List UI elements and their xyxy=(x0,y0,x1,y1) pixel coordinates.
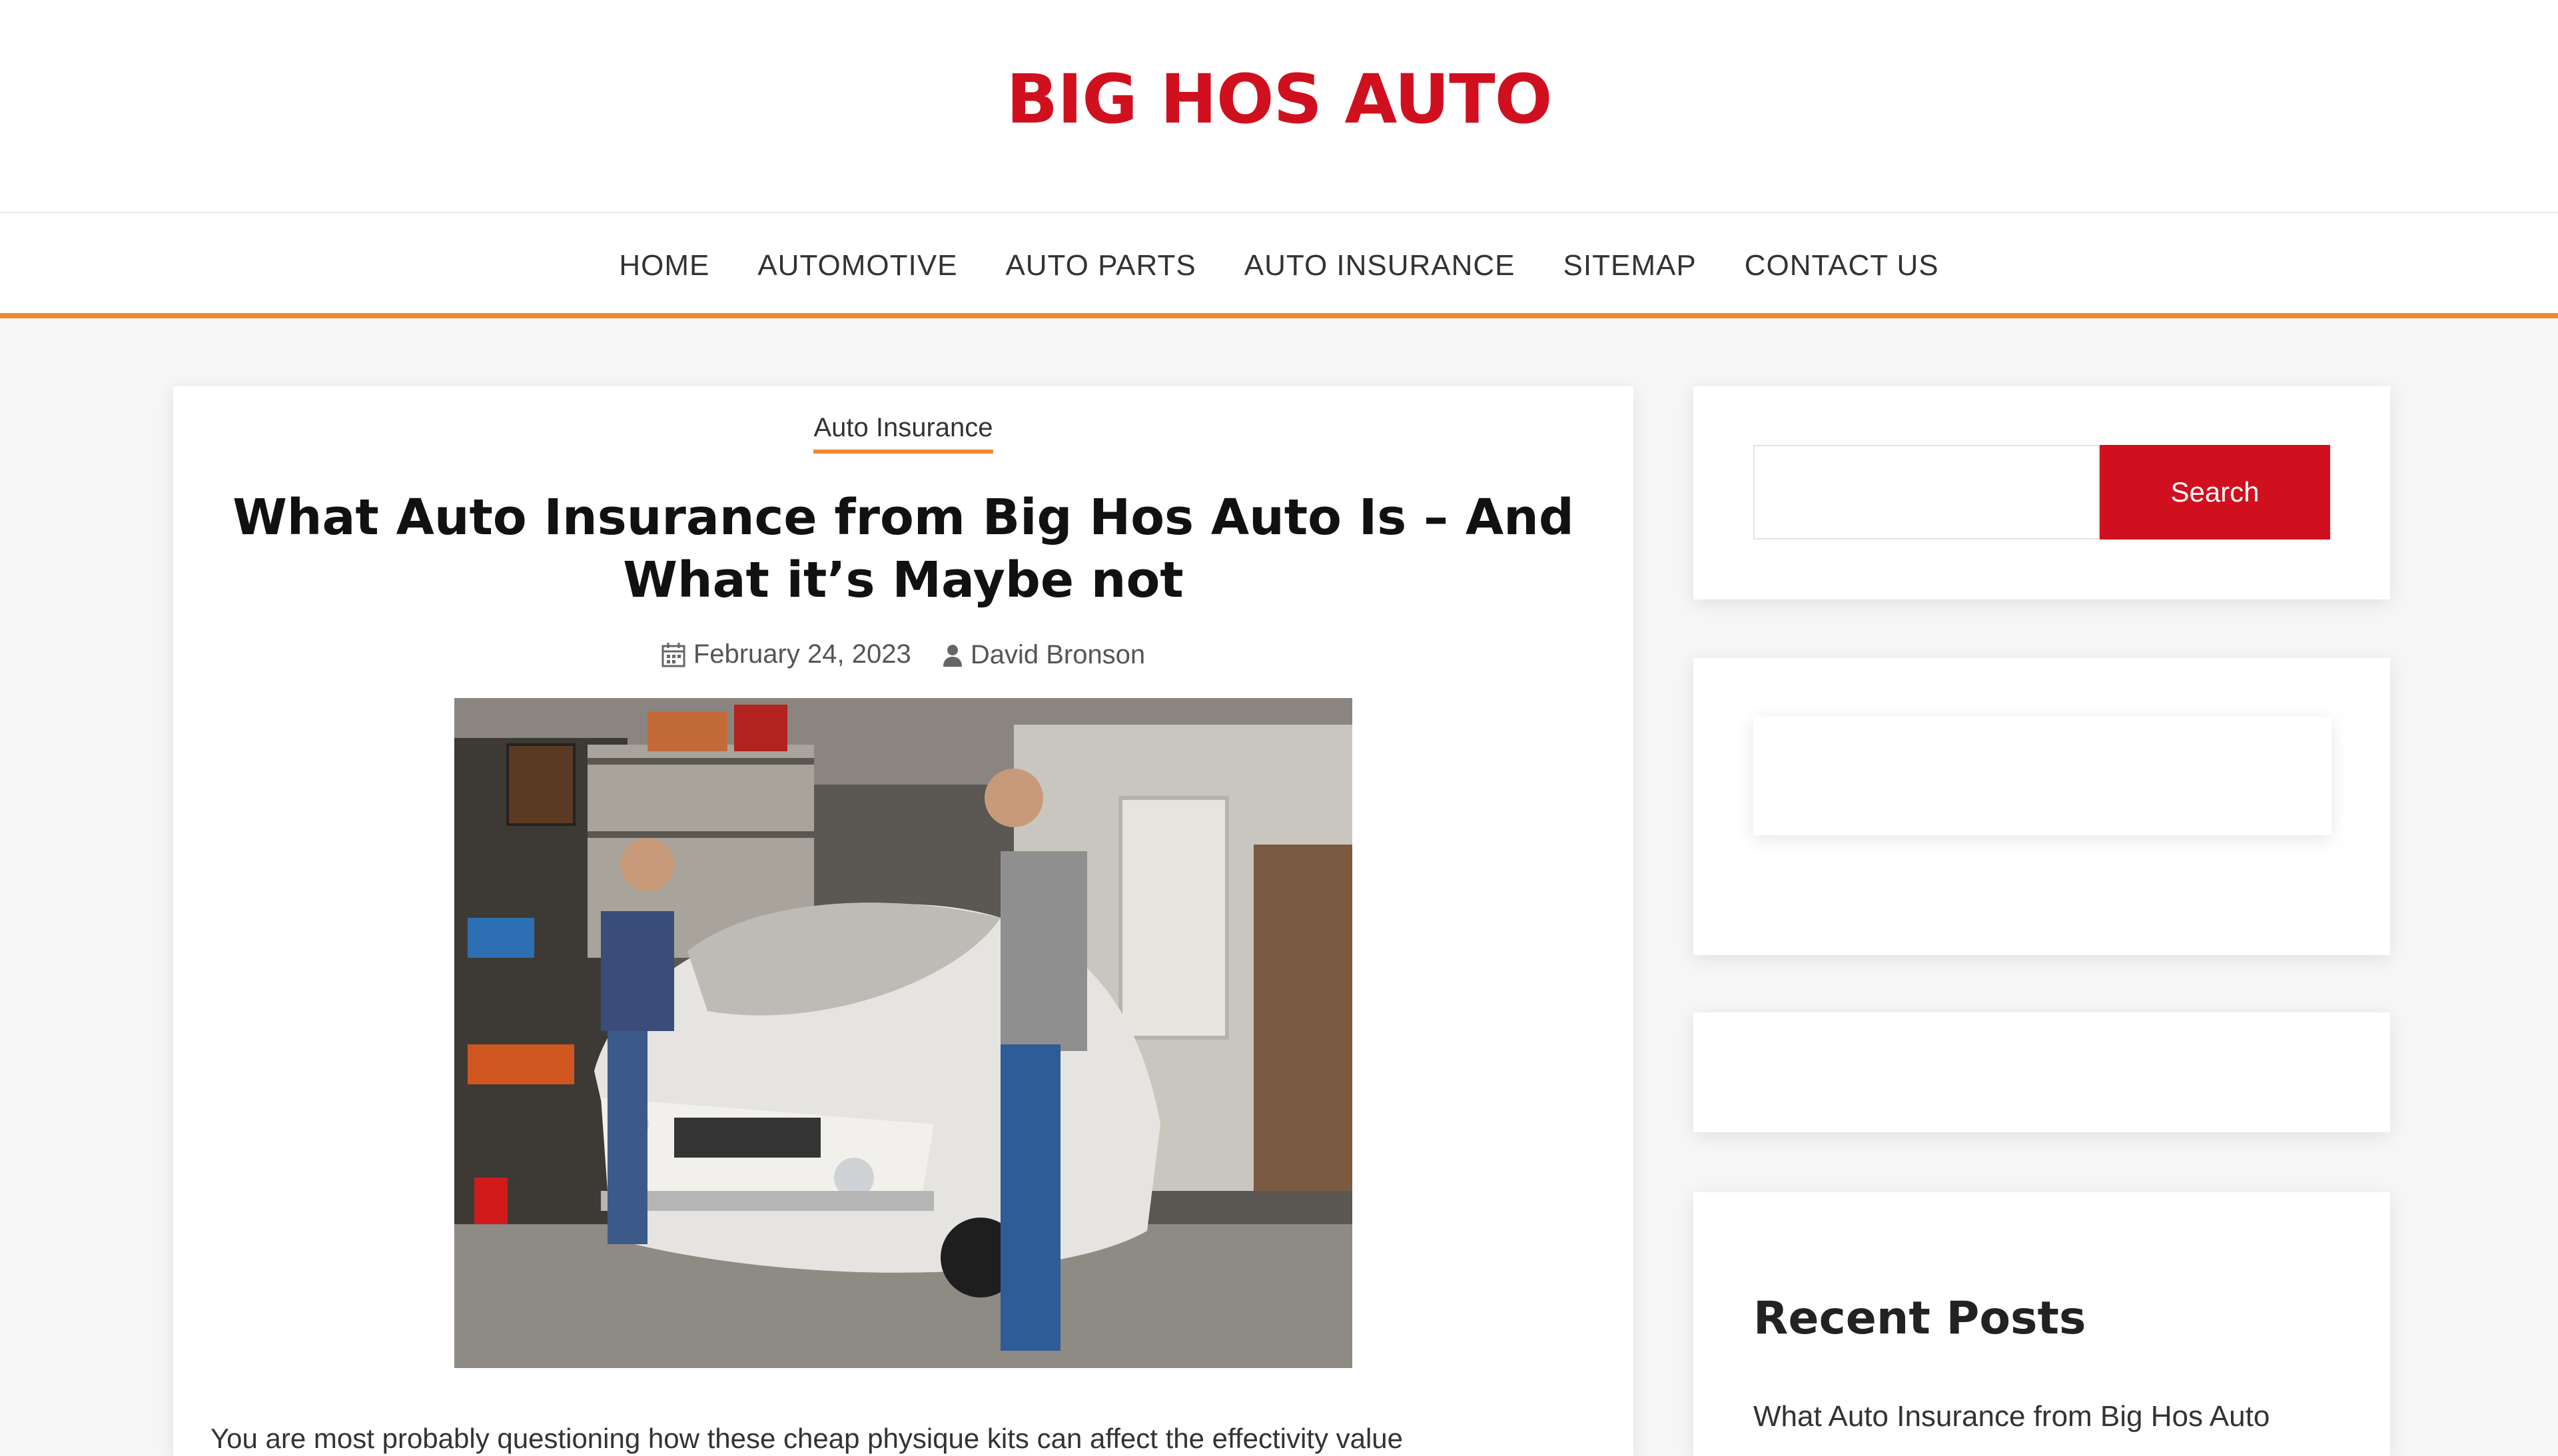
site-header: BIG HOS AUTO xyxy=(0,0,2558,212)
category-link[interactable]: Auto Insurance xyxy=(813,413,993,454)
post-author-text: David Bronson xyxy=(970,640,1146,669)
nav-list: HOME AUTOMOTIVE AUTO PARTS AUTO INSURANC… xyxy=(0,249,2558,282)
recent-posts-widget: Recent Posts What Auto Insurance from Bi… xyxy=(1693,1192,2390,1456)
nav-item-auto-insurance[interactable]: AUTO INSURANCE xyxy=(1244,249,1515,282)
sidebar-widget-inner xyxy=(1753,717,2332,835)
nav-item-sitemap[interactable]: SITEMAP xyxy=(1563,249,1697,282)
post-date[interactable]: February 24, 2023 xyxy=(661,639,911,669)
sidebar-widget xyxy=(1693,658,2390,955)
featured-image[interactable] xyxy=(454,698,1352,1368)
sidebar-widget-empty xyxy=(1693,1012,2390,1132)
post-title[interactable]: What Auto Insurance from Big Hos Auto Is… xyxy=(213,486,1593,611)
main-nav: HOME AUTOMOTIVE AUTO PARTS AUTO INSURANC… xyxy=(0,212,2558,318)
nav-item-automotive[interactable]: AUTOMOTIVE xyxy=(757,249,957,282)
post-author[interactable]: David Bronson xyxy=(943,640,1145,670)
post-excerpt: You are most probably questioning how th… xyxy=(211,1423,1404,1454)
user-icon xyxy=(943,644,962,667)
nav-item-auto-parts[interactable]: AUTO PARTS xyxy=(1005,249,1196,282)
search-widget: Search xyxy=(1693,386,2390,599)
calendar-icon xyxy=(661,642,685,667)
search-input[interactable] xyxy=(1753,445,2100,540)
post-date-text: February 24, 2023 xyxy=(693,639,911,669)
recent-posts-heading: Recent Posts xyxy=(1753,1292,2086,1345)
site-title[interactable]: BIG HOS AUTO xyxy=(0,60,2558,139)
post-card: Auto Insurance What Auto Insurance from … xyxy=(173,386,1633,1456)
search-button[interactable]: Search xyxy=(2100,445,2330,540)
post-meta: February 24, 2023 David Bronson xyxy=(173,639,1633,674)
recent-post-link[interactable]: What Auto Insurance from Big Hos Auto xyxy=(1753,1400,2340,1433)
nav-item-home[interactable]: HOME xyxy=(619,249,709,282)
garage-car-photo xyxy=(454,698,1352,1368)
nav-item-contact-us[interactable]: CONTACT US xyxy=(1745,249,1939,282)
post-category: Auto Insurance xyxy=(173,413,1633,454)
